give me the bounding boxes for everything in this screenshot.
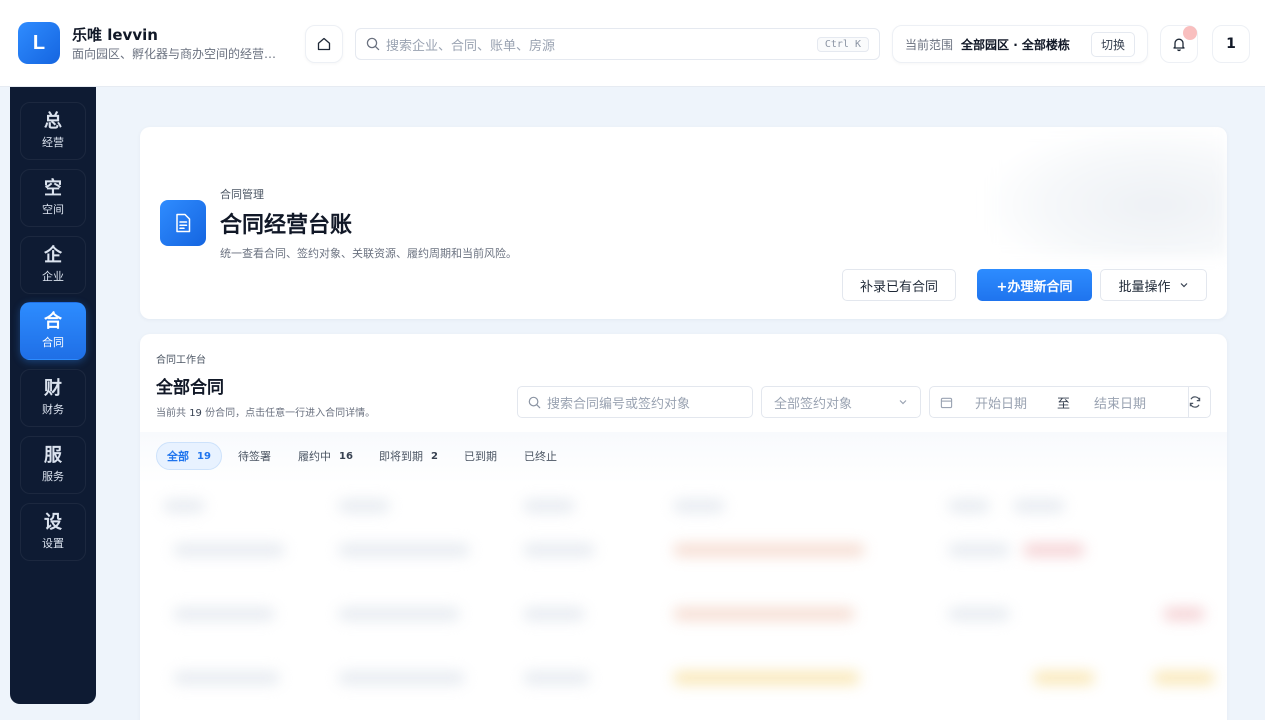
sidebar-item-operations[interactable]: 总 经营 bbox=[20, 102, 86, 160]
date-range-picker[interactable]: 开始日期 至 结束日期 bbox=[929, 386, 1211, 418]
home-button[interactable] bbox=[305, 25, 343, 63]
tab-in-performance[interactable]: 履约中 16 bbox=[298, 442, 353, 470]
contract-search-placeholder: 搜索合同编号或签约对象 bbox=[547, 396, 691, 412]
scope-value: 全部园区 · 全部楼栋 bbox=[961, 37, 1070, 52]
sidebar-item-label: 经营 bbox=[42, 136, 64, 149]
workspace-contract-count: 19 bbox=[189, 408, 202, 419]
sidebar-item-label: 设置 bbox=[42, 537, 64, 550]
workspace-desc-suffix: 份合同，点击任意一行进入合同详情。 bbox=[205, 408, 376, 419]
tab-count: 16 bbox=[339, 450, 353, 462]
global-search-input[interactable]: 搜索企业、合同、账单、房源 Ctrl K bbox=[355, 28, 880, 60]
notifications-button[interactable] bbox=[1160, 25, 1198, 63]
date-range-separator: 至 bbox=[1057, 396, 1071, 412]
workspace-title: 全部合同 bbox=[156, 378, 224, 398]
sidebar-item-finance[interactable]: 财 财务 bbox=[20, 369, 86, 427]
batch-actions-button[interactable]: 批量操作 bbox=[1100, 269, 1207, 301]
party-select-value: 全部签约对象 bbox=[774, 396, 853, 412]
scope-switch-button[interactable]: 切换 bbox=[1090, 31, 1135, 57]
app-name: 乐唯 levvin bbox=[72, 26, 158, 44]
app-logo[interactable]: L bbox=[18, 22, 60, 64]
sidebar-item-label: 企业 bbox=[42, 270, 64, 283]
sidebar-item-glyph: 财 bbox=[44, 378, 62, 399]
sidebar-item-label: 服务 bbox=[42, 470, 64, 483]
sidebar-item-settings[interactable]: 设 设置 bbox=[20, 503, 86, 561]
chevron-down-icon bbox=[899, 400, 907, 405]
search-icon bbox=[366, 37, 380, 51]
sidebar-item-label: 空间 bbox=[42, 203, 64, 216]
tab-terminated[interactable]: 已终止 bbox=[524, 442, 557, 470]
tab-pending-sign[interactable]: 待签署 bbox=[238, 442, 271, 470]
workspace-description: 当前共 19 份合同，点击任意一行进入合同详情。 bbox=[156, 404, 375, 419]
home-icon bbox=[317, 37, 331, 51]
search-icon bbox=[528, 396, 541, 408]
sidebar-item-glyph: 总 bbox=[44, 111, 62, 132]
notification-badge bbox=[1183, 26, 1197, 40]
tab-label: 全部 bbox=[167, 450, 189, 463]
search-shortcut-hint: Ctrl K bbox=[816, 36, 869, 52]
party-select[interactable]: 全部签约对象 bbox=[761, 386, 921, 418]
sidebar-item-glyph: 空 bbox=[44, 178, 62, 199]
batch-actions-label: 批量操作 bbox=[1118, 279, 1171, 295]
tab-all[interactable]: 全部 19 bbox=[156, 442, 222, 470]
contract-search-input[interactable]: 搜索合同编号或签约对象 bbox=[517, 386, 753, 418]
workspace-desc-prefix: 当前共 bbox=[156, 408, 186, 419]
table-header-row bbox=[154, 500, 1214, 514]
page-kicker: 合同管理 bbox=[220, 188, 264, 201]
global-search-placeholder: 搜索企业、合同、账单、房源 bbox=[386, 38, 556, 54]
page-description: 统一查看合同、签约对象、关联资源、履约周期和当前风险。 bbox=[220, 247, 517, 260]
app-subtitle: 面向园区、孵化器与商办空间的经营… bbox=[72, 47, 277, 61]
tab-label: 已终止 bbox=[524, 450, 557, 463]
workspace-kicker: 合同工作台 bbox=[156, 355, 206, 366]
table-row[interactable] bbox=[154, 608, 1214, 622]
scope-selector: 当前范围 全部园区 · 全部楼栋 切换 bbox=[892, 25, 1148, 63]
contract-table-blurred bbox=[154, 500, 1227, 720]
sidebar-nav: 总 经营 空 空间 企 企业 合 合同 财 财务 服 服务 设 设置 bbox=[10, 87, 96, 704]
tab-label: 待签署 bbox=[238, 450, 271, 463]
sidebar-item-glyph: 合 bbox=[44, 311, 62, 332]
new-contract-button[interactable]: +办理新合同 bbox=[977, 269, 1092, 301]
sidebar-item-glyph: 设 bbox=[44, 512, 62, 533]
date-start-field[interactable]: 开始日期 bbox=[975, 393, 1045, 412]
tab-label: 履约中 bbox=[298, 450, 331, 463]
sidebar-item-label: 财务 bbox=[42, 403, 64, 416]
tab-count: 2 bbox=[431, 450, 438, 462]
user-avatar-button[interactable]: 1 bbox=[1212, 25, 1250, 63]
table-row[interactable] bbox=[154, 672, 1214, 686]
sidebar-item-label: 合同 bbox=[42, 336, 64, 349]
sidebar-item-enterprise[interactable]: 企 企业 bbox=[20, 236, 86, 294]
calendar-icon bbox=[940, 397, 953, 408]
sidebar-item-services[interactable]: 服 服务 bbox=[20, 436, 86, 494]
tab-label: 已到期 bbox=[464, 450, 497, 463]
add-existing-contract-button[interactable]: 补录已有合同 bbox=[842, 269, 956, 301]
contract-document-icon bbox=[160, 200, 206, 246]
scope-label: 当前范围 bbox=[905, 37, 954, 52]
tab-label: 即将到期 bbox=[379, 450, 423, 463]
top-header: L 乐唯 levvin 面向园区、孵化器与商办空间的经营… 搜索企业、合同、账单… bbox=[0, 0, 1265, 87]
sidebar-item-space[interactable]: 空 空间 bbox=[20, 169, 86, 227]
sidebar-item-contracts[interactable]: 合 合同 bbox=[20, 302, 86, 360]
tab-count: 19 bbox=[197, 450, 211, 462]
decorative-illustration bbox=[987, 127, 1227, 257]
status-tabs: 全部 19 待签署 履约中 16 即将到期 2 已到期 已终止 bbox=[140, 432, 1227, 484]
contract-workspace-card: 合同工作台 全部合同 当前共 19 份合同，点击任意一行进入合同详情。 搜索合同… bbox=[140, 334, 1227, 720]
page-title: 合同经营台账 bbox=[220, 213, 353, 238]
tab-expiring-soon[interactable]: 即将到期 2 bbox=[379, 442, 438, 470]
sidebar-item-glyph: 服 bbox=[44, 445, 62, 466]
chevron-down-icon bbox=[1180, 283, 1187, 288]
tab-expired[interactable]: 已到期 bbox=[464, 442, 497, 470]
page-header-card: 合同管理 合同经营台账 统一查看合同、签约对象、关联资源、履约周期和当前风险。 … bbox=[140, 127, 1227, 319]
table-row[interactable] bbox=[154, 544, 1214, 558]
refresh-icon[interactable] bbox=[1188, 395, 1202, 409]
date-end-field[interactable]: 结束日期 bbox=[1094, 393, 1164, 412]
sidebar-item-glyph: 企 bbox=[44, 245, 62, 266]
